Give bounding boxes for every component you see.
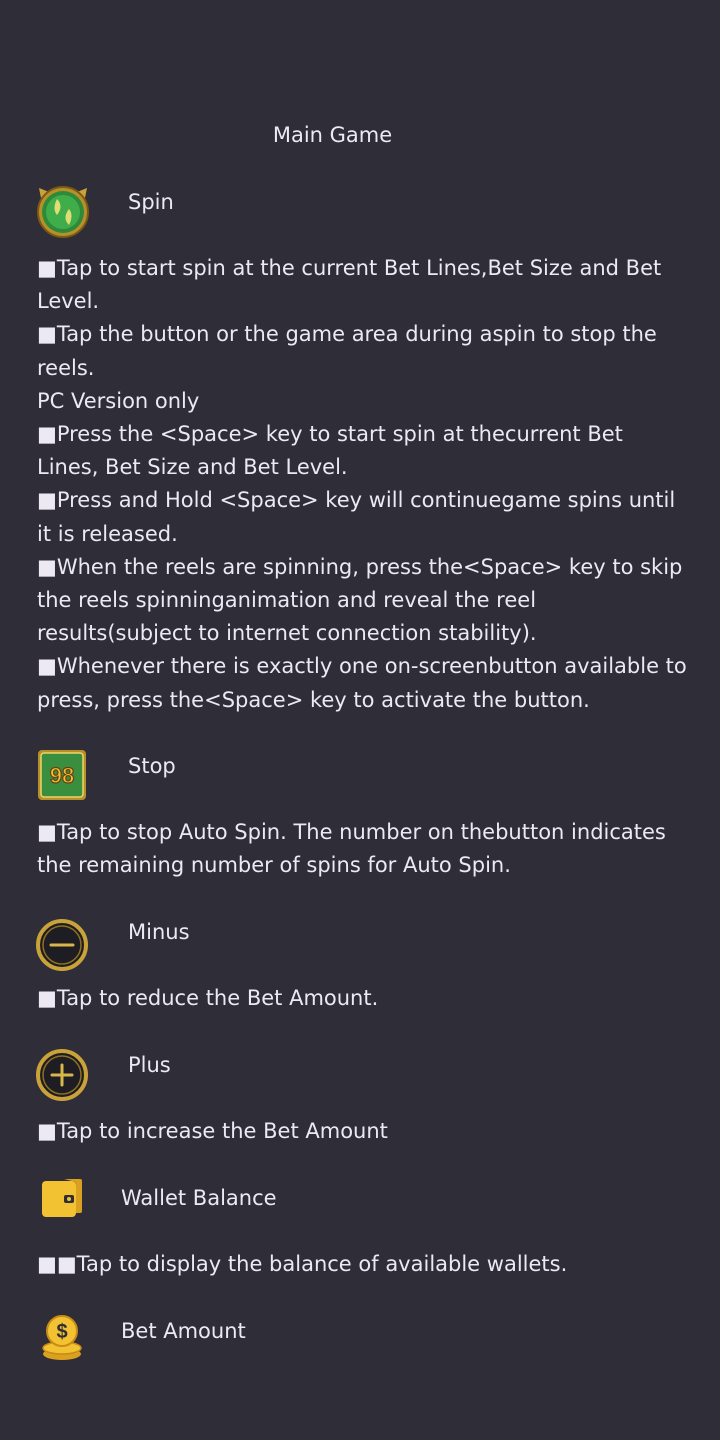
svg-text:$: $ — [56, 1321, 67, 1343]
plus-description: ■Tap to increase the Bet Amount — [37, 1119, 388, 1143]
page-title: Main Game — [272, 123, 393, 147]
minus-description: ■Tap to reduce the Bet Amount. — [37, 986, 379, 1010]
stop-description: ■Tap to stop Auto Spin. The number on th… — [37, 820, 666, 878]
plus-circle-icon — [35, 1048, 89, 1102]
spin-label: Spin — [128, 190, 174, 214]
wallet-label: Wallet Balance — [121, 1186, 277, 1210]
autospin-count: 98 — [50, 763, 74, 788]
autospin-counter-icon: 98 — [37, 749, 87, 801]
spin-description: ■Tap to start spin at the current Bet Li… — [37, 256, 687, 712]
minus-circle-icon — [35, 918, 89, 972]
wallet-description: ■■Tap to display the balance of availabl… — [37, 1252, 568, 1276]
stop-label: Stop — [128, 754, 176, 778]
minus-label: Minus — [128, 920, 190, 944]
bet-amount-label: Bet Amount — [121, 1319, 246, 1343]
plus-label: Plus — [128, 1053, 171, 1077]
coin-stack-icon: $ — [40, 1314, 86, 1362]
wallet-icon — [38, 1175, 84, 1221]
spin-button-icon — [35, 182, 91, 238]
